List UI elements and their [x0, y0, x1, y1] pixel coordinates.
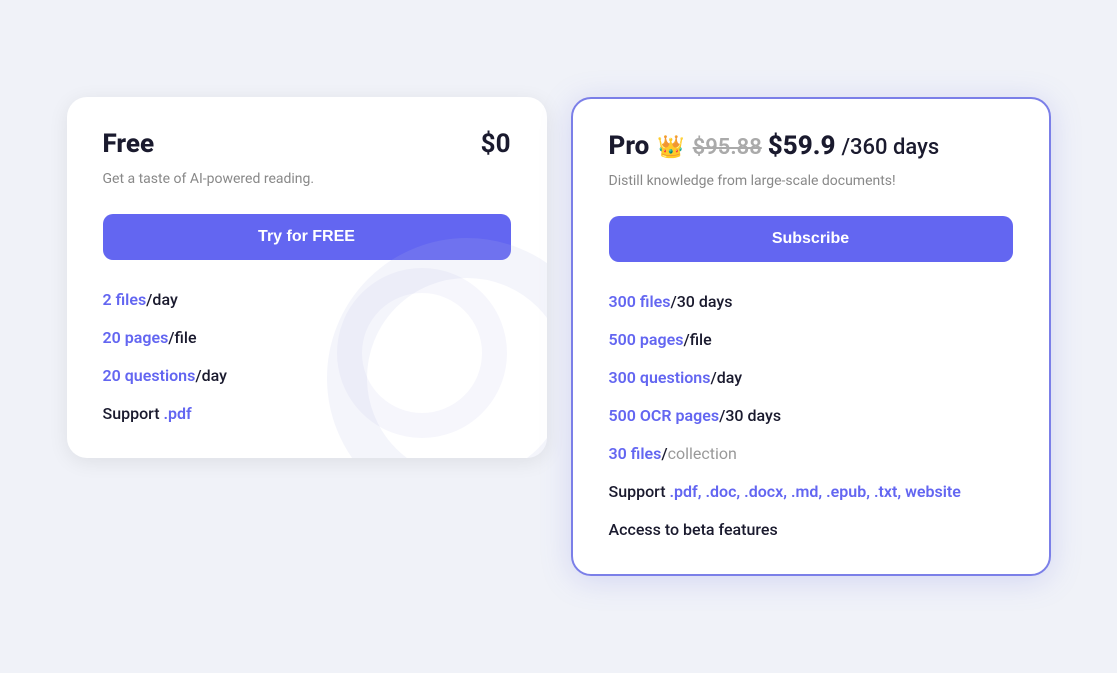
list-item: Support .pdf, .doc, .docx, .md, .epub, .… [609, 480, 1013, 504]
feature-prefix: Support [103, 404, 164, 423]
feature-rest: file [690, 330, 712, 349]
list-item: 300 questions/day [609, 366, 1013, 390]
free-plan-price: $0 [481, 129, 511, 159]
free-features-list: 2 files/day 20 pages/file 20 questions/d… [103, 288, 511, 426]
feature-highlight: .pdf, .doc, .docx, .md, .epub, .txt, web… [670, 482, 961, 501]
feature-highlight: 500 pages [609, 330, 684, 349]
free-card-header: Free $0 [103, 129, 511, 159]
list-item: 300 files/30 days [609, 290, 1013, 314]
free-plan-card: Free $0 Get a taste of AI-powered readin… [67, 97, 547, 458]
list-item: 20 questions/day [103, 364, 511, 388]
try-free-button[interactable]: Try for FREE [103, 214, 511, 260]
feature-rest: 30 days [677, 292, 733, 311]
list-item: Access to beta features [609, 518, 1013, 542]
pro-plan-description: Distill knowledge from large-scale docum… [609, 171, 1013, 192]
list-item: 30 files/collection [609, 442, 1013, 466]
feature-highlight: 2 files [103, 290, 147, 309]
pro-card-header: Pro 👑 $95.88 $59.9/360 days [609, 131, 1013, 161]
feature-rest: 30 days [725, 406, 781, 425]
feature-highlight: 20 pages [103, 328, 169, 347]
feature-highlight: .pdf [164, 404, 192, 423]
pro-original-price: $95.88 [693, 135, 762, 160]
list-item: 2 files/day [103, 288, 511, 312]
feature-rest: day [202, 366, 227, 385]
feature-prefix: Support [609, 482, 670, 501]
pro-plan-title: Pro [609, 131, 650, 161]
pro-title-area: Pro 👑 $95.88 $59.9/360 days [609, 131, 940, 161]
pro-current-price: $59.9 [768, 131, 836, 161]
feature-highlight: 300 questions [609, 368, 711, 387]
free-plan-description: Get a taste of AI-powered reading. [103, 169, 511, 190]
crown-icon: 👑 [657, 135, 684, 160]
list-item: 500 pages/file [609, 328, 1013, 352]
feature-rest: file [175, 328, 197, 347]
list-item: 500 OCR pages/30 days [609, 404, 1013, 428]
feature-text: Access to beta features [609, 520, 778, 539]
list-item: 20 pages/file [103, 326, 511, 350]
free-plan-title: Free [103, 129, 155, 159]
list-item: Support .pdf [103, 402, 511, 426]
subscribe-button[interactable]: Subscribe [609, 216, 1013, 262]
feature-highlight: 500 OCR pages [609, 406, 720, 425]
feature-highlight: 30 files [609, 444, 662, 463]
feature-rest: day [152, 290, 177, 309]
pro-plan-card: Pro 👑 $95.88 $59.9/360 days Distill know… [571, 97, 1051, 576]
pricing-container: Free $0 Get a taste of AI-powered readin… [67, 97, 1051, 576]
feature-highlight: 20 questions [103, 366, 196, 385]
feature-rest: day [717, 368, 742, 387]
pro-features-list: 300 files/30 days 500 pages/file 300 que… [609, 290, 1013, 542]
feature-rest-muted: collection [668, 444, 737, 463]
pro-price-period: /360 days [841, 135, 939, 160]
feature-highlight: 300 files [609, 292, 671, 311]
